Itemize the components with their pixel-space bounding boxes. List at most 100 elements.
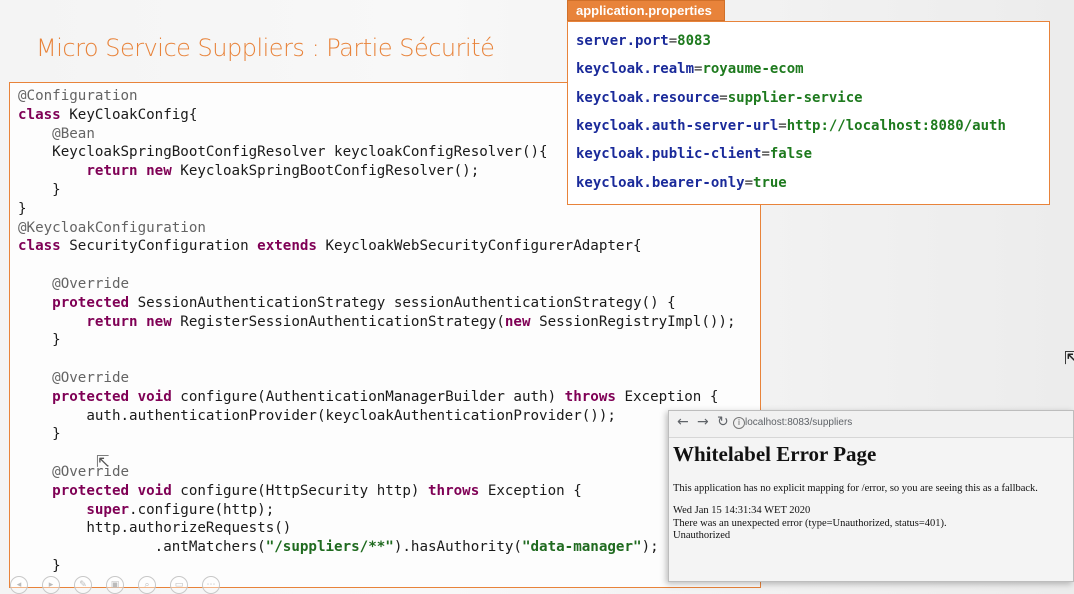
property-key: server.port: [576, 33, 669, 49]
error-detail: There was an unexpected error (type=Unau…: [673, 518, 947, 529]
code-line: http.authorizeRequests(): [18, 519, 736, 538]
code-token: SecurityConfiguration: [69, 238, 258, 255]
code-token: @KeycloakConfiguration: [18, 219, 206, 236]
browser-page: Whitelabel Error Page This application h…: [669, 438, 1073, 581]
error-timestamp: Wed Jan 15 14:31:34 WET 2020: [673, 505, 811, 516]
code-token: protected: [18, 294, 138, 311]
reload-icon[interactable]: ↻: [717, 414, 729, 430]
code-token: class: [18, 106, 70, 123]
code-line: protected void configure(AuthenticationM…: [18, 388, 736, 407]
back-arrow-icon[interactable]: ←: [677, 414, 689, 430]
code-token: @Override: [18, 275, 130, 292]
mouse-cursor-icon-faint: ⇱: [96, 452, 110, 471]
code-line: super.configure(http);: [18, 501, 736, 520]
property-row: keycloak.bearer-only=true: [576, 175, 787, 191]
property-val: royaume-ecom: [702, 61, 804, 78]
code-token: auth.authenticationProvider(keycloakAuth…: [18, 407, 616, 424]
code-token: );: [641, 539, 659, 556]
code-token: new: [504, 313, 540, 330]
code-token: }: [18, 426, 61, 443]
property-row: keycloak.public-client=false: [576, 146, 812, 162]
browser-window: ← → ↻ i localhost:8083/suppliers Whitela…: [668, 410, 1074, 582]
code-token: protected void: [18, 482, 181, 499]
property-key: keycloak.public-client: [576, 146, 762, 163]
slide-tool-icon[interactable]: ▸: [42, 576, 60, 594]
code-line: @KeycloakConfiguration: [18, 219, 736, 238]
code-token: configure(AuthenticationManagerBuilder a…: [180, 388, 565, 405]
slide-tool-icon[interactable]: ✎: [74, 576, 92, 594]
code-token: protected void: [18, 388, 181, 405]
property-val: 8083: [677, 33, 711, 49]
code-token: Exception {: [624, 388, 719, 405]
code-token: }: [18, 200, 27, 217]
code-token: super: [18, 501, 130, 518]
property-val: supplier-service: [727, 89, 863, 106]
code-token: RegisterSessionAuthenticationStrategy(: [180, 313, 505, 330]
property-eq: =: [761, 146, 770, 163]
error-message: This application has no explicit mapping…: [673, 483, 1038, 494]
info-icon[interactable]: i: [733, 417, 745, 429]
code-line: @Override: [18, 369, 736, 388]
code-line: .antMatchers("/suppliers/**").hasAuthori…: [18, 538, 736, 557]
code-token: SessionAuthenticationStrategy sessionAut…: [137, 294, 676, 311]
code-token: SessionRegistryImpl());: [539, 313, 736, 330]
code-token: configure(HttpSecurity http): [180, 482, 429, 499]
properties-panel: server.port=8083 keycloak.realm=royaume-e…: [567, 21, 1050, 205]
slide-toolbar: ◂ ▸ ✎ ▣ ⌕ ▭ ⋯: [10, 572, 234, 594]
code-line: class SecurityConfiguration extends Keyc…: [18, 237, 736, 256]
property-row: keycloak.resource=supplier-service: [576, 90, 863, 106]
code-token: Exception {: [487, 482, 582, 499]
code-token: KeyCloakConfig{: [69, 106, 198, 123]
forward-arrow-icon[interactable]: →: [697, 414, 709, 430]
code-token: extends: [257, 238, 326, 255]
property-key: keycloak.realm: [576, 61, 695, 78]
code-line: }: [18, 425, 736, 444]
code-token: }: [18, 181, 61, 198]
code-token: throws: [564, 388, 625, 405]
code-token: "data-manager": [521, 539, 642, 556]
slide-tool-icon[interactable]: ◂: [10, 576, 28, 594]
code-token: .configure(http);: [129, 501, 275, 518]
mouse-cursor-icon: ⇱: [1064, 348, 1074, 369]
code-token: .antMatchers(: [18, 539, 266, 556]
code-token: "/suppliers/**": [265, 539, 394, 556]
property-val: false: [769, 146, 813, 163]
property-val: true: [753, 174, 787, 191]
address-bar[interactable]: localhost:8083/suppliers: [745, 417, 852, 428]
code-token: http.authorizeRequests(): [18, 520, 292, 537]
code-token: }: [18, 332, 61, 349]
code-token: @Override: [18, 369, 130, 386]
property-key: keycloak.auth-server-url: [576, 117, 779, 134]
code-token: return new: [18, 163, 181, 180]
slide-tool-icon[interactable]: ⌕: [138, 576, 156, 594]
property-key: keycloak.resource: [576, 89, 720, 106]
property-val: http://localhost:8080/auth: [786, 117, 1006, 134]
property-eq: =: [744, 174, 754, 191]
code-token: return new: [18, 313, 181, 330]
code-token: class: [18, 238, 70, 255]
property-row: server.port=8083: [576, 33, 711, 49]
property-row: keycloak.auth-server-url=http://localhos…: [576, 118, 1006, 134]
property-eq: =: [778, 117, 787, 134]
slide-tool-icon[interactable]: ▭: [170, 576, 188, 594]
code-line: protected void configure(HttpSecurity ht…: [18, 482, 736, 501]
slide-title: Micro Service Suppliers : Partie Sécurit…: [36, 34, 495, 62]
property-eq: =: [668, 33, 678, 49]
code-token: @Override: [18, 463, 130, 480]
code-token: throws: [428, 482, 488, 499]
code-token: @Configuration: [18, 88, 138, 104]
code-token: KeycloakSpringBootConfigResolver();: [180, 163, 480, 180]
browser-toolbar: ← → ↻ i localhost:8083/suppliers: [669, 411, 1073, 438]
slide-tool-icon[interactable]: ▣: [106, 576, 124, 594]
error-heading: Whitelabel Error Page: [673, 442, 877, 466]
error-status: Unauthorized: [673, 530, 731, 541]
code-token: @Bean: [18, 125, 95, 142]
slide-tool-icon[interactable]: ⋯: [202, 576, 220, 594]
property-eq: =: [719, 89, 728, 106]
code-token: ).hasAuthority(: [393, 539, 522, 556]
code-line: @Override: [18, 463, 736, 482]
code-line: protected SessionAuthenticationStrategy …: [18, 294, 736, 313]
